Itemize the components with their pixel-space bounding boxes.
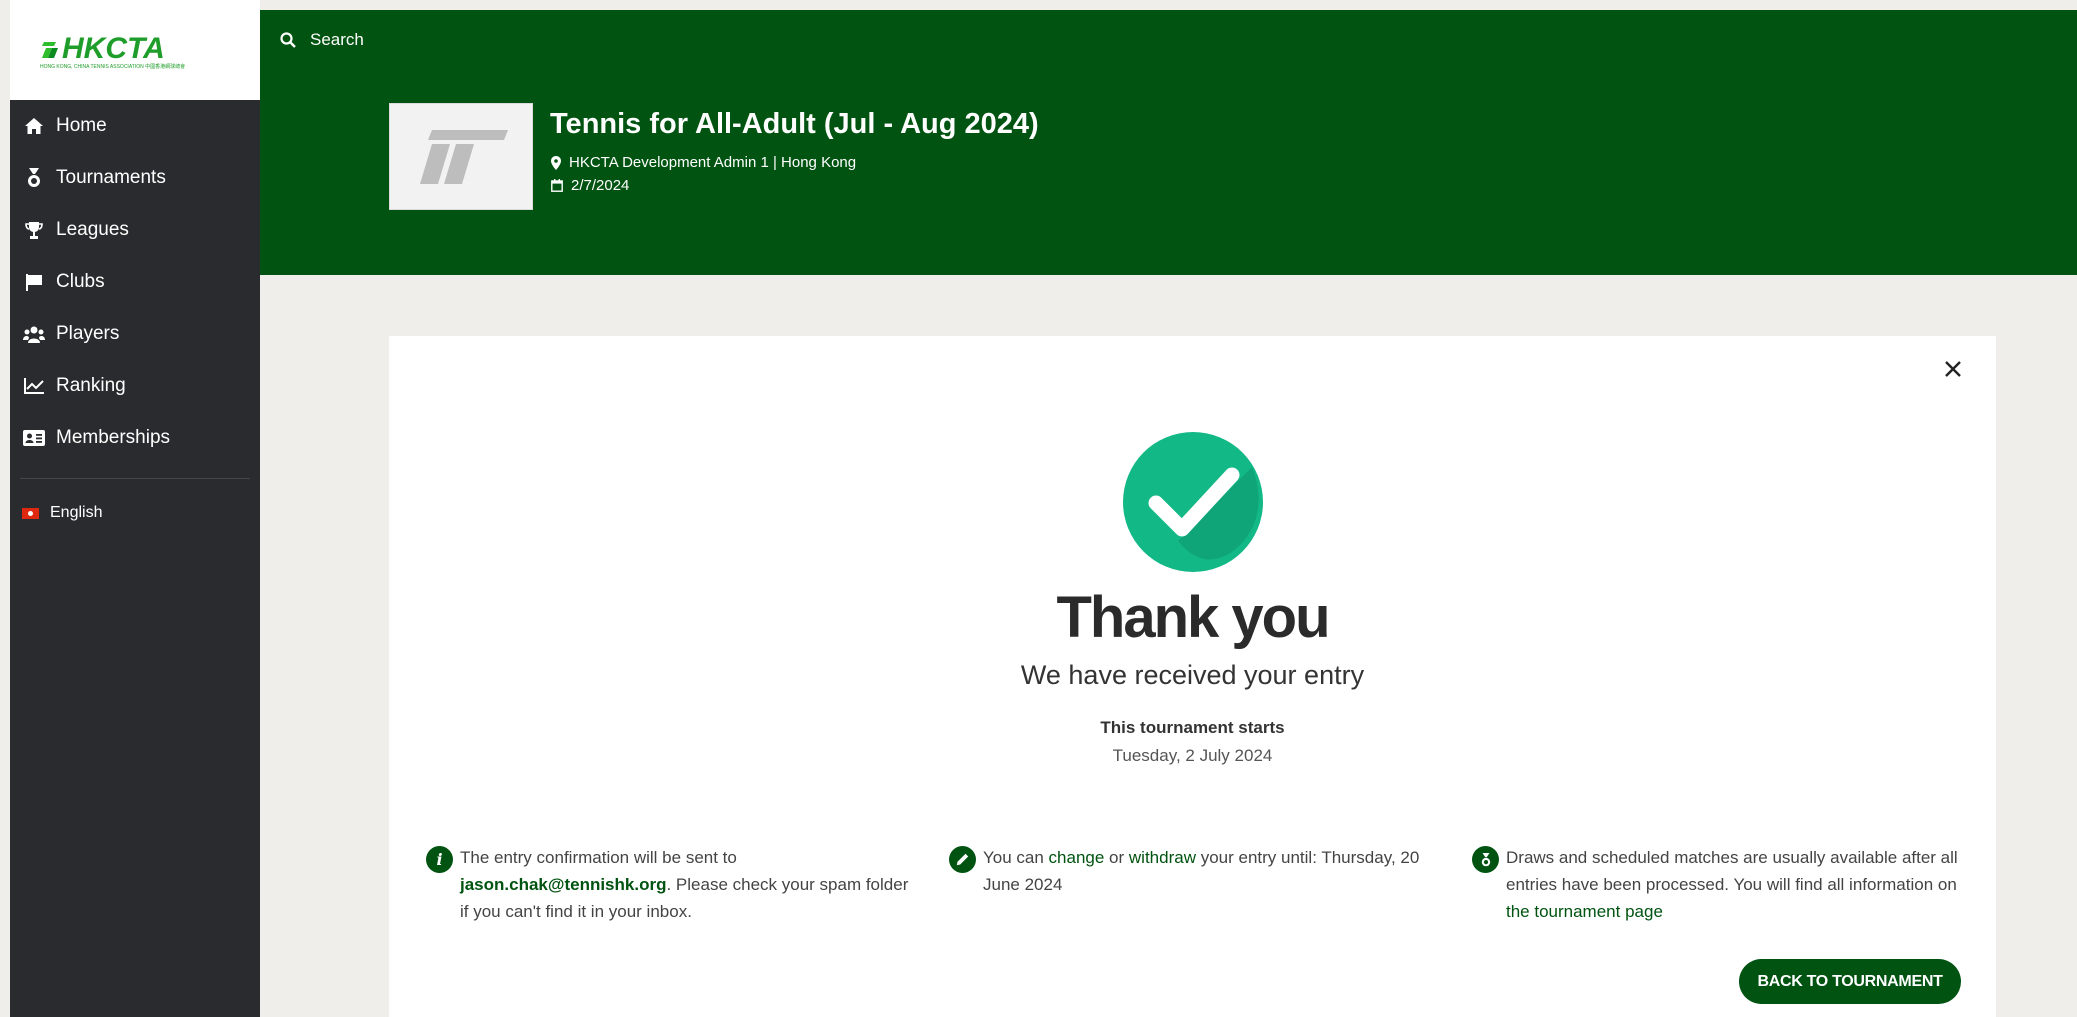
sidebar-item-label: Tournaments	[56, 167, 166, 188]
tournament-starts-label: This tournament starts	[1100, 718, 1285, 737]
entry-received-subheading: We have received your entry	[1020, 660, 1365, 690]
chart-line-icon	[23, 375, 45, 397]
logo-subtext: HONG KONG, CHINA TENNIS ASSOCIATION 中國香港…	[40, 63, 185, 70]
location-text: HKCTA Development Admin 1 | Hong Kong	[569, 154, 857, 171]
language-label: English	[50, 504, 103, 521]
sidebar-item-label: Memberships	[56, 427, 171, 448]
sidebar-item-label: Ranking	[56, 375, 126, 396]
id-card-icon	[23, 427, 45, 449]
tournament-location: HKCTA Development Admin 1 | Hong Kong	[551, 154, 856, 171]
calendar-icon	[551, 179, 563, 192]
users-icon	[23, 323, 45, 345]
tournament-logo	[389, 103, 533, 210]
home-icon	[23, 115, 45, 137]
app-root: HKCTA HONG KONG, CHINA TENNIS ASSOCIATIO…	[0, 0, 2077, 1017]
pencil-icon	[949, 846, 976, 873]
back-to-tournament-button[interactable]: BACK TO TOURNAMENT	[1739, 959, 1961, 1004]
info-icon: i	[426, 846, 453, 873]
language-selector[interactable]: English	[10, 500, 102, 526]
hk-flag-icon	[22, 507, 39, 519]
check-circle-icon	[1123, 432, 1263, 572]
info-draws-prefix: Draws and scheduled matches are usually …	[1506, 848, 1958, 894]
sidebar-item-label: Clubs	[56, 271, 105, 292]
change-entry-link[interactable]: change	[1049, 848, 1105, 867]
sidebar-item-tournaments[interactable]: Tournaments	[10, 152, 260, 204]
thank-you-heading: Thank you	[1056, 585, 1330, 650]
sidebar-item-home[interactable]: Home	[10, 100, 260, 152]
date-text: 2/7/2024	[571, 177, 630, 194]
confirmation-email: jason.chak@tennishk.org	[460, 875, 667, 894]
search-label: Search	[310, 30, 364, 49]
sidebar-item-clubs[interactable]: Clubs	[10, 256, 260, 308]
medal-icon	[23, 167, 45, 189]
sidebar-divider	[20, 478, 250, 479]
tournament-title: Tennis for All-Adult (Jul - Aug 2024)	[550, 108, 1039, 140]
logo-text: HKCTA	[62, 32, 165, 65]
sidebar-item-label: Home	[56, 115, 107, 136]
flag-icon	[23, 271, 45, 293]
medal-icon	[1472, 846, 1499, 873]
info-email-text: The entry confirmation will be sent to j…	[460, 844, 920, 925]
close-button[interactable]	[1938, 354, 1968, 384]
search-icon	[280, 32, 296, 48]
sidebar-item-memberships[interactable]: Memberships	[10, 412, 260, 464]
sidebar-item-players[interactable]: Players	[10, 308, 260, 360]
close-icon	[1945, 361, 1961, 377]
info-change-prefix: You can	[983, 848, 1049, 867]
sidebar-item-ranking[interactable]: Ranking	[10, 360, 260, 412]
hkcta-logo[interactable]: HKCTA HONG KONG, CHINA TENNIS ASSOCIATIO…	[10, 0, 260, 100]
info-email-prefix: The entry confirmation will be sent to	[460, 848, 737, 867]
sidebar-item-leagues[interactable]: Leagues	[10, 204, 260, 256]
info-change-text: You can change or withdraw your entry un…	[983, 844, 1443, 898]
tournament-header: Search Tennis for All-Adult (Jul - Aug 2…	[260, 10, 2077, 275]
info-draws-text: Draws and scheduled matches are usually …	[1506, 844, 1966, 925]
withdraw-entry-link[interactable]: withdraw	[1129, 848, 1196, 867]
tournament-page-link[interactable]: the tournament page	[1506, 902, 1663, 921]
logo-mark	[42, 42, 58, 58]
sidebar-item-label: Leagues	[56, 219, 129, 240]
trophy-icon	[23, 219, 45, 241]
tournament-starts-date: Tuesday, 2 July 2024	[1112, 746, 1273, 765]
map-marker-icon	[551, 155, 561, 170]
info-change-mid: or	[1104, 848, 1129, 867]
search-button[interactable]: Search	[280, 30, 364, 50]
sidebar: HKCTA HONG KONG, CHINA TENNIS ASSOCIATIO…	[10, 0, 260, 1017]
confirmation-card: Thank you We have received your entry Th…	[389, 336, 1996, 1017]
sidebar-item-label: Players	[56, 323, 120, 344]
tournament-date: 2/7/2024	[551, 177, 629, 194]
